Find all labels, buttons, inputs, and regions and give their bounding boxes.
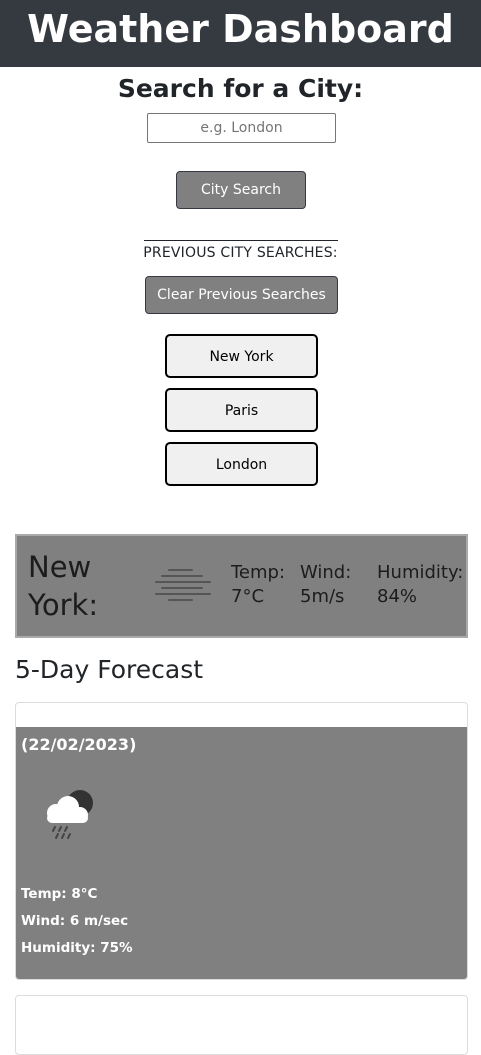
forecast-date: (22/02/2023) (21, 735, 137, 754)
temp-value: 7°C (231, 586, 265, 607)
divider (144, 240, 338, 241)
previous-searches-label: PREVIOUS CITY SEARCHES: (143, 245, 338, 261)
page-header: Weather Dashboard (0, 0, 481, 67)
search-heading: Search for a City: (117, 74, 364, 103)
humidity-label: Humidity: (377, 562, 464, 583)
wind-value: 5m/s (300, 586, 345, 607)
previous-city-button[interactable]: London (165, 442, 318, 486)
wind-label: Wind: (300, 562, 352, 583)
previous-city-list: New York Paris London (165, 334, 318, 496)
current-humidity: Humidity: 84% (377, 561, 463, 609)
temp-label: Temp: (231, 562, 286, 583)
forecast-temp: Temp: 8°C (21, 886, 98, 902)
forecast-day-card (15, 995, 468, 1055)
fog-icon (152, 566, 212, 610)
current-weather-card: New York: Temp: 7°C Wind: 5m/s Humidity:… (15, 534, 468, 638)
city-search-button[interactable]: City Search (176, 171, 306, 209)
humidity-value: 84% (377, 586, 418, 607)
current-temp: Temp: 7°C (231, 561, 285, 609)
previous-city-button[interactable]: New York (165, 334, 318, 378)
page-title: Weather Dashboard (27, 7, 454, 51)
night-rain-cloud-icon (40, 787, 100, 845)
forecast-wind: Wind: 6 m/sec (21, 913, 129, 929)
forecast-day-body: (22/02/2023) Temp: 8°C Wind: 6 m/sec Hum… (16, 727, 467, 979)
previous-city-button[interactable]: Paris (165, 388, 318, 432)
forecast-day-card: (22/02/2023) Temp: 8°C Wind: 6 m/sec Hum… (15, 702, 468, 980)
current-city-name: New York: (28, 550, 99, 622)
clear-previous-searches-button[interactable]: Clear Previous Searches (145, 276, 338, 314)
current-wind: Wind: 5m/s (300, 561, 351, 609)
forecast-humidity: Humidity: 75% (21, 940, 133, 956)
city-search-input[interactable] (147, 113, 336, 143)
forecast-heading: 5-Day Forecast (15, 655, 204, 684)
